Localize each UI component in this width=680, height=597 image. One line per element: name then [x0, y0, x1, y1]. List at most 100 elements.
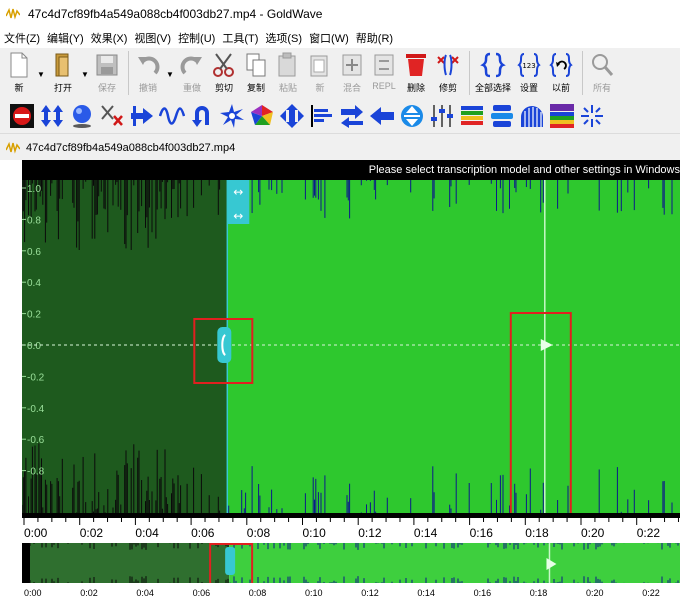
menu-control[interactable]: 控制(U) [178, 30, 222, 46]
delete-label: 删除 [406, 83, 425, 93]
select-all-label: 全部选择 [474, 83, 511, 93]
menu-tools[interactable]: 工具(T) [222, 30, 265, 46]
paste-new-button[interactable]: 新 [305, 51, 335, 97]
trim-button[interactable]: 修剪 [433, 51, 463, 97]
paste-icon [278, 52, 296, 77]
menu-effects[interactable]: 效果(X) [91, 30, 135, 46]
stop-effect-button[interactable] [8, 102, 36, 130]
menu-window[interactable]: 窗口(W) [309, 30, 356, 46]
open-dropdown-chevron-icon[interactable]: ▼ [80, 51, 90, 97]
open-folder-icon [55, 53, 69, 77]
toolbar-separator [582, 51, 583, 95]
undo-label: 撤销 [138, 83, 157, 93]
title-bar: 47c4d7cf89fb4a549a088cb4f003db27.mp4 - G… [0, 0, 680, 28]
burst-effect-button[interactable] [218, 102, 246, 130]
left-margin [0, 160, 22, 597]
menu-file[interactable]: 文件(Z) [4, 30, 47, 46]
menu-edit[interactable]: 编辑(Y) [47, 30, 91, 46]
all-label: 所有 [592, 83, 611, 93]
undo-icon [138, 56, 160, 75]
replace-label: REPL [372, 81, 396, 91]
wave-effect-button[interactable] [158, 102, 186, 130]
trash-icon [406, 54, 426, 76]
overview-ruler-bg [22, 583, 680, 597]
reverse-button[interactable] [188, 102, 216, 130]
expand-button[interactable] [278, 102, 306, 130]
redo-button[interactable]: 重做 [177, 51, 207, 97]
paste-button[interactable]: 粘贴 [273, 51, 303, 97]
amplitude-label: -0.2 [27, 372, 45, 383]
replace-button[interactable]: REPL [369, 51, 399, 97]
offset-button[interactable] [398, 102, 426, 130]
amplitude-label: -0.6 [27, 435, 45, 446]
undo-dropdown-chevron-icon[interactable]: ▼ [165, 51, 175, 97]
timeline-label: 0:02 [80, 526, 104, 540]
volume-change-button[interactable] [38, 102, 66, 130]
sphere-effect-button[interactable] [68, 102, 96, 130]
mix-label: 混合 [342, 83, 361, 93]
waveform-view[interactable]: 1.0 0.8 0.6 0.4 0.2 0.0 -0.2 -0.4 -0.6 -0.8 ↔ ↔ [22, 180, 680, 513]
color-palette-button[interactable] [248, 102, 276, 130]
overview-label: 0:04 [136, 588, 154, 597]
spectrum-button[interactable] [458, 102, 486, 130]
swap-channels-button[interactable] [338, 102, 366, 130]
zoom-all-button[interactable]: 所有 [587, 51, 617, 97]
cut-label: 剪切 [214, 83, 233, 93]
overview-label: 0:02 [80, 588, 98, 597]
new-button[interactable]: 新 [4, 51, 34, 97]
undo-button[interactable]: 撤销 [133, 51, 163, 97]
mix-button[interactable]: 混合 [337, 51, 367, 97]
pitch-button[interactable] [488, 102, 516, 130]
equalizer-sliders-button[interactable] [428, 102, 456, 130]
amplitude-label: 0.6 [27, 247, 41, 258]
trim-label: 修剪 [438, 83, 457, 93]
open-button[interactable]: 打开 [48, 51, 78, 97]
previous-selection-button[interactable]: 以前 [546, 51, 576, 97]
overview-waveform[interactable]: 0:00 0:02 0:04 0:06 0:08 0:10 0:12 0:14 0:16 0:18… [22, 543, 680, 597]
overview-selection-handle[interactable] [225, 547, 236, 575]
cut-button[interactable]: 剪切 [209, 51, 239, 97]
shift-left-button[interactable] [368, 102, 396, 130]
set-label: 设置 [519, 83, 538, 93]
sparkle-icon [581, 104, 603, 127]
amplitude-label: 0.8 [27, 215, 41, 226]
amplitude-label: -0.4 [27, 404, 45, 415]
delete-button[interactable]: 删除 [401, 51, 431, 97]
flash-effect-button[interactable] [578, 102, 606, 130]
replace-icon [374, 54, 394, 76]
amplitude-label: -0.8 [27, 467, 45, 478]
save-disk-icon [96, 54, 118, 76]
magnifier-icon [592, 54, 614, 76]
copy-icon [246, 53, 266, 77]
sliders-icon [431, 104, 453, 127]
palette-icon [251, 104, 273, 125]
timeline-label: 0:14 [414, 526, 438, 540]
timeline-label: 0:04 [135, 526, 159, 540]
new-dropdown-chevron-icon[interactable]: ▼ [36, 51, 46, 97]
document-title: 47c4d7cf89fb4a549a088cb4f003db27.mp4 [26, 142, 236, 154]
selection-start-handle[interactable] [217, 327, 232, 363]
new-file-icon [10, 52, 28, 78]
reverb-button[interactable] [518, 102, 546, 130]
save-button[interactable]: 保存 [92, 51, 122, 97]
scissors-icon [213, 53, 234, 77]
mix-plus-icon [342, 54, 362, 76]
spectrum-filter-button[interactable] [548, 102, 576, 130]
menu-help[interactable]: 帮助(R) [356, 30, 400, 46]
select-all-button[interactable]: 全部选择 [474, 51, 512, 97]
equalizer-chart-button[interactable] [308, 102, 336, 130]
set-button[interactable]: 123 设置 [514, 51, 544, 97]
menu-view[interactable]: 视图(V) [134, 30, 178, 46]
amplitude-label: 0.0 [27, 341, 41, 352]
paste-label: 粘贴 [278, 83, 297, 93]
redo-label: 重做 [182, 83, 201, 93]
overview-label: 0:10 [305, 588, 323, 597]
auto-trim-button[interactable] [98, 102, 126, 130]
menu-options[interactable]: 选项(S) [265, 30, 309, 46]
channel-merge-button[interactable] [128, 102, 156, 130]
left-arrow-icon [370, 106, 394, 125]
timeline-ruler[interactable]: 0:00 0:02 0:04 0:06 0:08 0:10 0:12 0:14 0:16 0:18… [22, 513, 680, 543]
document-tab[interactable]: 47c4d7cf89fb4a549a088cb4f003db27.mp4 [0, 138, 680, 158]
timeline-label: 0:10 [303, 526, 327, 540]
copy-button[interactable]: 复制 [241, 51, 271, 97]
